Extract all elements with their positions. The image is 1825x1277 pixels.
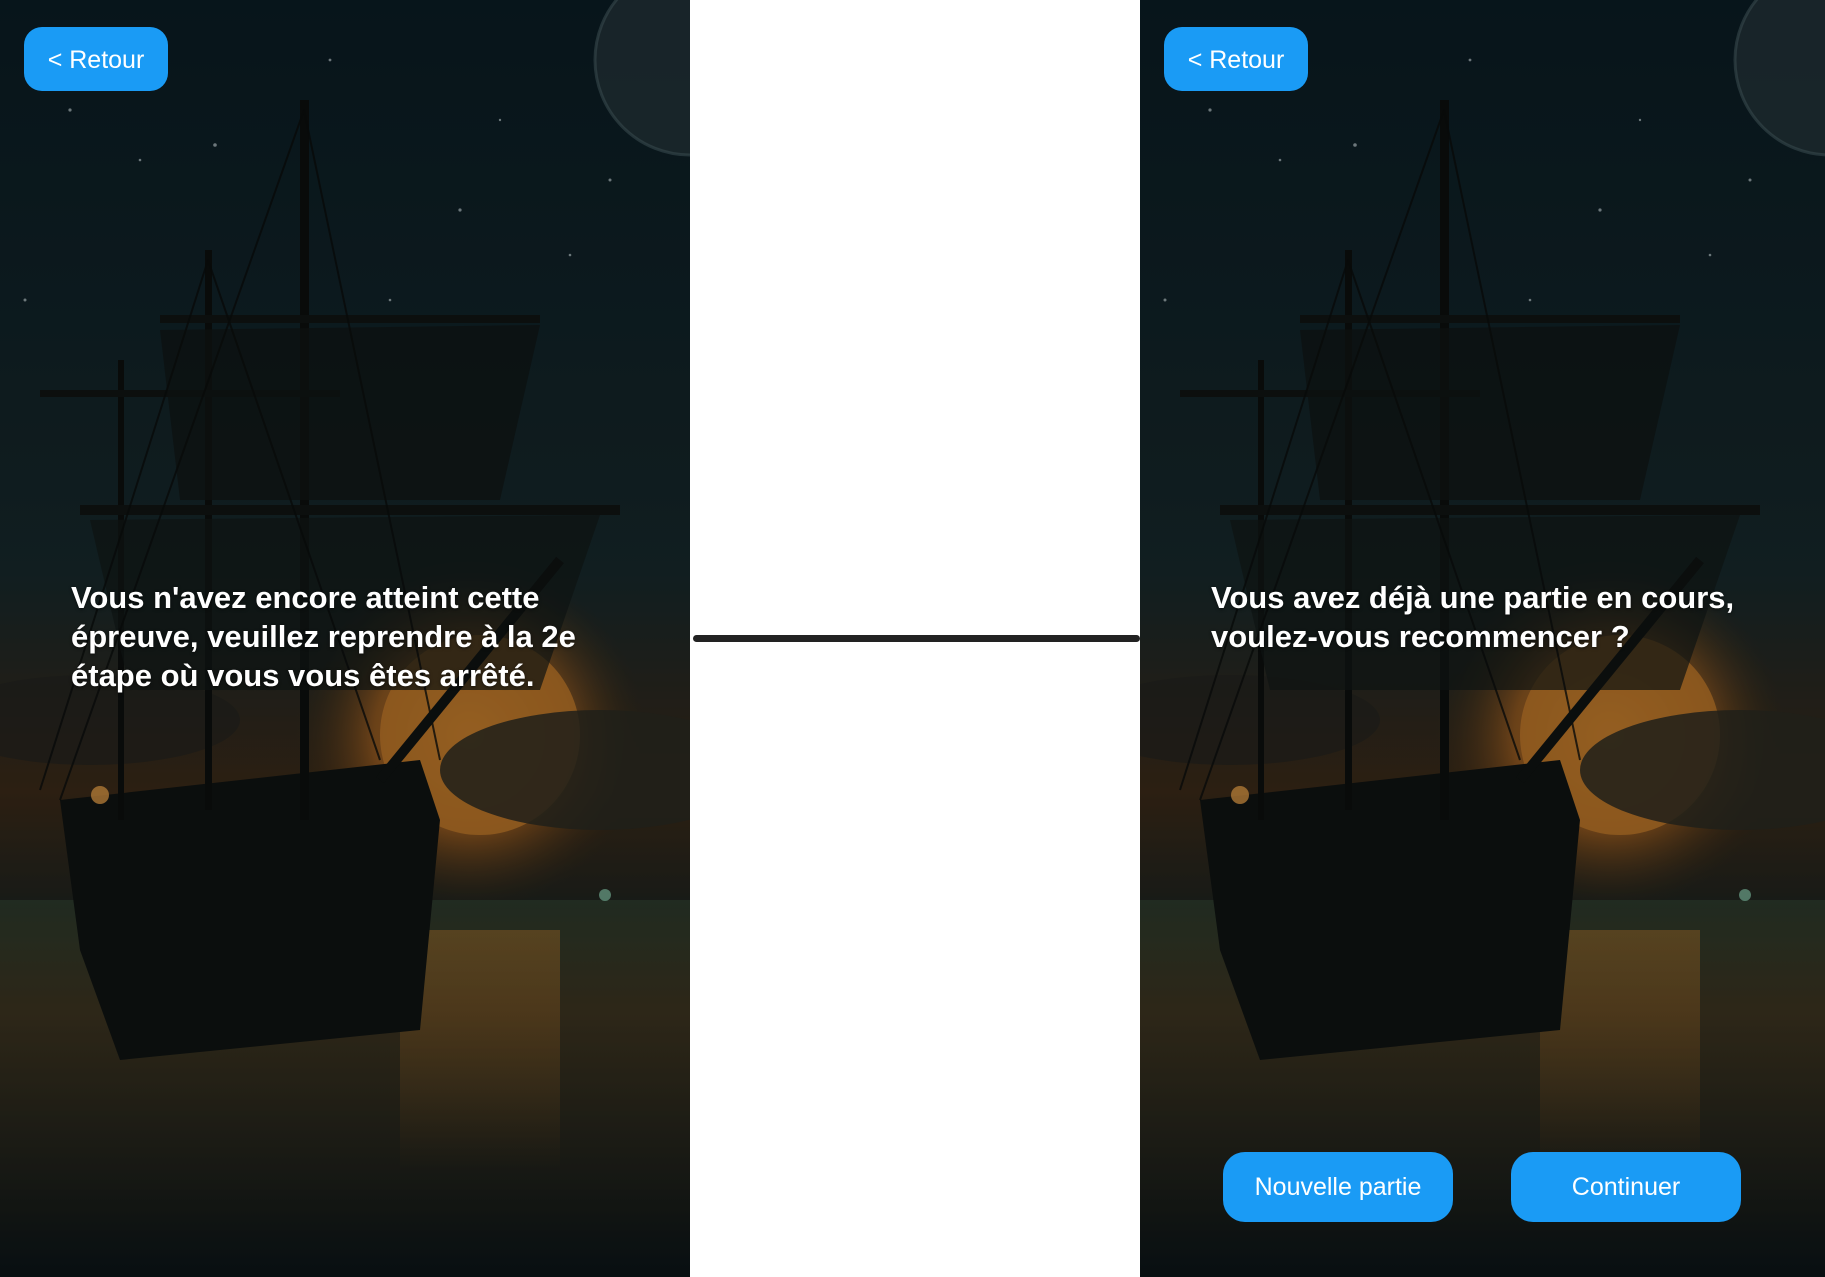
connector-line [693,635,1140,642]
locked-stage-message: Vous n'avez encore atteint cette épreuve… [71,580,576,693]
back-button[interactable]: < Retour [1164,27,1308,91]
screen-right: < Retour Vous avez déjà une partie en co… [1140,0,1825,1277]
screen-left: < Retour Vous n'avez encore atteint cett… [0,0,690,1277]
back-button[interactable]: < Retour [24,27,168,91]
continue-button[interactable]: Continuer [1511,1152,1741,1222]
new-game-button[interactable]: Nouvelle partie [1223,1152,1453,1222]
game-in-progress-message: Vous avez déjà une partie en cours, voul… [1211,580,1735,654]
